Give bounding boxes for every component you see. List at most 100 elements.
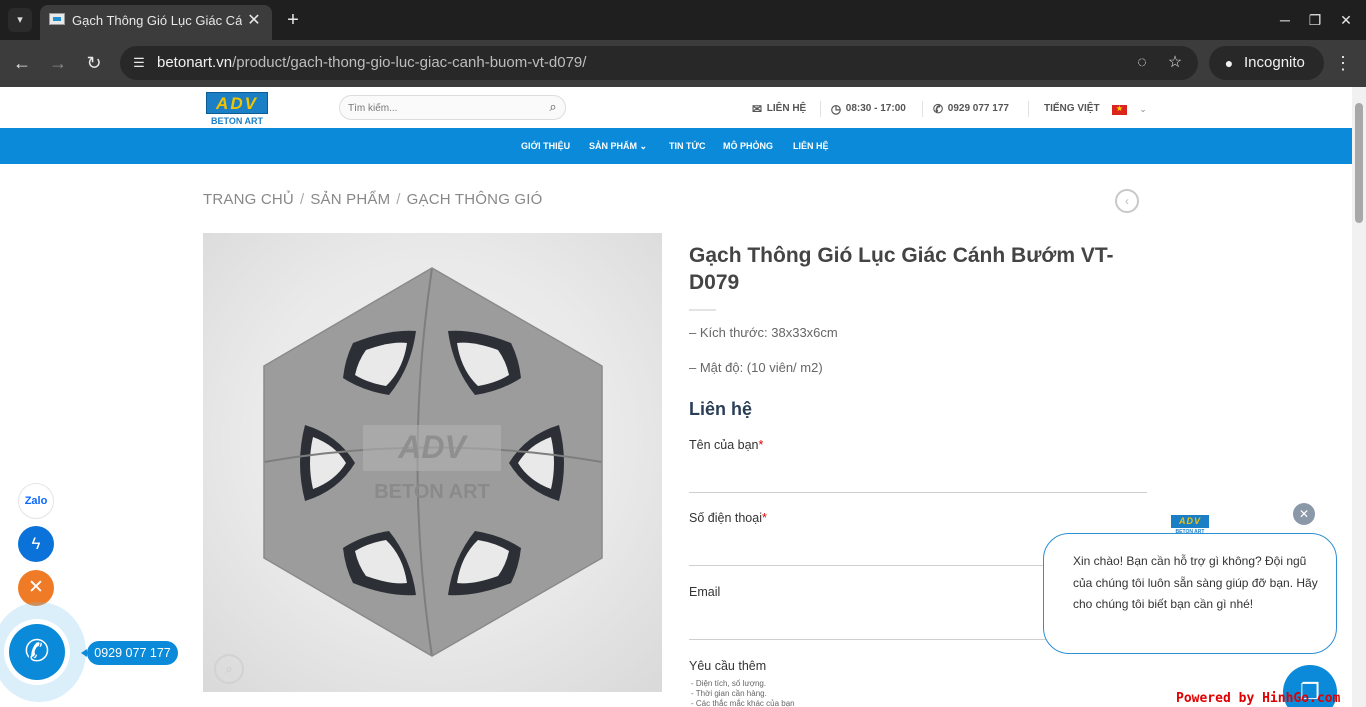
search-box: ⌕ — [339, 95, 566, 120]
forward-arrow-icon[interactable]: → — [47, 52, 69, 74]
phone-label: Số điện thoại* — [689, 510, 767, 526]
extra-request-label: Yêu cầu thêm — [689, 659, 767, 673]
zoom-button[interactable]: ⌕ — [214, 654, 244, 684]
vent-brick-illustration: ADV BETON ART — [263, 267, 603, 657]
required-mark: * — [758, 438, 764, 452]
header-hours-label: 08:30 - 17:00 — [845, 103, 906, 114]
name-label: Tên của bạn* — [689, 437, 763, 453]
envelope-icon: ✉ — [751, 102, 763, 116]
logo-mark: ADV — [206, 92, 268, 114]
chevron-down-icon: ⌄ — [639, 141, 648, 151]
divider — [820, 101, 821, 117]
breadcrumb-item-home[interactable]: TRANG CHỦ — [203, 191, 294, 208]
header-contact-label: LIÊN HỆ — [766, 103, 807, 114]
nav-item-san-pham-label: SẢN PHẨM — [589, 141, 638, 151]
clock-icon: ◷ — [830, 102, 842, 116]
page-viewport: ADV BETON ART ⌕ ✉ LIÊN HỆ ◷ 08:30 - 17:0… — [0, 87, 1366, 707]
phone-icon: ✆ — [24, 635, 50, 668]
address-bar[interactable]: ☰ betonart.vn/product/gach-thong-gio-luc… — [120, 46, 1198, 80]
extra-request-hint: - Các thắc mắc khác của bạn — [691, 699, 795, 707]
title-divider — [689, 309, 716, 311]
incognito-label: Incognito — [1244, 54, 1305, 71]
plus-icon[interactable]: + — [282, 9, 304, 31]
header-contact-link[interactable]: ✉ LIÊN HỆ — [750, 101, 806, 117]
previous-product-button[interactable]: ‹ — [1115, 189, 1139, 213]
name-field[interactable] — [689, 465, 1147, 493]
extra-request-hint: - Diện tích, số lượng. — [691, 679, 767, 688]
nav-item-mo-phong[interactable]: MÔ PHỎNG — [723, 139, 773, 153]
email-label: Email — [689, 585, 721, 599]
zalo-button[interactable]: Zalo — [18, 483, 54, 519]
close-icon: ✕ — [28, 577, 44, 598]
language-label: TIẾNG VIỆT — [1044, 103, 1100, 114]
header-phone-link[interactable]: ✆ 0929 077 177 — [931, 101, 1009, 117]
product-image[interactable]: ADV BETON ART ⌕ — [203, 233, 662, 692]
close-contact-button[interactable]: ✕ — [18, 570, 54, 606]
nav-item-gioi-thieu[interactable]: GIỚI THIỆU — [521, 139, 570, 153]
image-watermark-letters: ADV — [397, 429, 468, 465]
page-scrollbar[interactable] — [1352, 87, 1366, 707]
chat-message: Xin chào! Bạn cần hỗ trợ gì không? Đội n… — [1073, 554, 1318, 611]
incognito-button[interactable]: ● Incognito — [1209, 46, 1324, 80]
site-info-icon[interactable]: ☰ — [130, 54, 148, 72]
breadcrumb-separator: / — [396, 191, 401, 208]
breadcrumb-separator: / — [299, 191, 305, 208]
zoom-icon: ⌕ — [225, 661, 233, 676]
product-title: Gạch Thông Gió Lục Giác Cánh Bướm VT-D07… — [689, 244, 1114, 294]
call-number-badge[interactable]: 0929 077 177 — [81, 641, 178, 665]
search-input[interactable] — [348, 99, 538, 117]
zalo-icon: Zalo — [24, 495, 48, 507]
divider — [922, 101, 923, 117]
browser-tab[interactable]: Gạch Thông Gió Lục Giác Cá ✕ — [40, 5, 272, 40]
browser-tab-bar: ▾ Gạch Thông Gió Lục Giác Cá ✕ + ─ ❐ ✕ — [0, 0, 1366, 40]
phone-label-text: Số điện thoại — [689, 511, 762, 525]
search-icon[interactable]: ⌕ — [544, 98, 562, 116]
divider — [1028, 101, 1029, 117]
nav-item-san-pham[interactable]: SẢN PHẨM ⌄ — [589, 139, 647, 153]
tab-title: Gạch Thông Gió Lục Giác Cá — [72, 13, 242, 28]
close-icon[interactable]: ✕ — [244, 11, 264, 31]
breadcrumb-item-category[interactable]: GẠCH THÔNG GIÓ — [407, 191, 543, 208]
chevron-left-icon: ‹ — [1125, 194, 1129, 208]
chevron-down-icon[interactable]: ⌄ — [1137, 102, 1149, 116]
chat-logo: ADV BETON ART — [1171, 515, 1209, 535]
incognito-icon: ● — [1224, 55, 1234, 71]
chat-close-button[interactable]: ✕ — [1293, 503, 1315, 525]
language-switcher[interactable]: TIẾNG VIỆT — [1044, 101, 1100, 117]
favicon-icon — [49, 13, 65, 25]
product-spec-density: – Mật độ: (10 viên/ m2) — [689, 360, 823, 375]
kebab-menu-icon[interactable]: ⋮ — [1333, 52, 1353, 74]
close-icon[interactable]: ✕ — [1336, 10, 1356, 30]
maximize-icon[interactable]: ❐ — [1305, 10, 1325, 30]
nav-item-lien-he[interactable]: LIÊN HỆ — [793, 139, 829, 153]
browser-toolbar: ← → ↻ ☰ betonart.vn/product/gach-thong-g… — [0, 40, 1366, 87]
tab-search-icon[interactable]: ▾ — [8, 8, 32, 32]
close-icon: ✕ — [1298, 507, 1310, 521]
header-hours: ◷ 08:30 - 17:00 — [829, 101, 906, 117]
logo-text: BETON ART — [210, 116, 263, 126]
breadcrumb: TRANG CHỦ / SẢN PHẨM / GẠCH THÔNG GIÓ — [203, 190, 543, 210]
chat-bubble[interactable]: Xin chào! Bạn cần hỗ trợ gì không? Đội n… — [1043, 533, 1337, 654]
nav-item-tin-tuc[interactable]: TIN TỨC — [669, 139, 705, 153]
contact-heading: Liên hệ — [689, 399, 753, 419]
messenger-icon: ϟ — [31, 534, 41, 553]
back-arrow-icon[interactable]: ← — [11, 52, 33, 74]
url-text[interactable]: betonart.vn/product/gach-thong-gio-luc-g… — [157, 54, 586, 72]
breadcrumb-item-products[interactable]: SẢN PHẨM — [310, 191, 390, 208]
header-phone-label: 0929 077 177 — [947, 103, 1009, 114]
extra-request-hint: - Thời gian cần hàng. — [691, 689, 767, 698]
image-watermark-text: BETON ART — [374, 481, 490, 503]
scroll-thumb[interactable] — [1355, 103, 1363, 223]
product-spec-size: – Kích thước: 38x33x6cm — [689, 325, 838, 340]
required-mark: * — [761, 511, 767, 525]
minimize-icon[interactable]: ─ — [1275, 10, 1295, 30]
site-logo[interactable]: ADV BETON ART — [206, 92, 268, 126]
reload-icon[interactable]: ↻ — [83, 52, 105, 74]
main-navigation: GIỚI THIỆU SẢN PHẨM ⌄ TIN TỨC MÔ PHỎNG L… — [0, 128, 1352, 164]
name-label-text: Tên của bạn — [689, 438, 759, 452]
powered-by-watermark: Powered by HinhGo.com — [1176, 691, 1341, 706]
call-button[interactable]: ✆ — [9, 624, 65, 680]
star-icon[interactable]: ☆ — [1165, 53, 1185, 73]
messenger-button[interactable]: ϟ — [18, 526, 54, 562]
eye-off-icon[interactable]: ◌ — [1132, 53, 1152, 73]
